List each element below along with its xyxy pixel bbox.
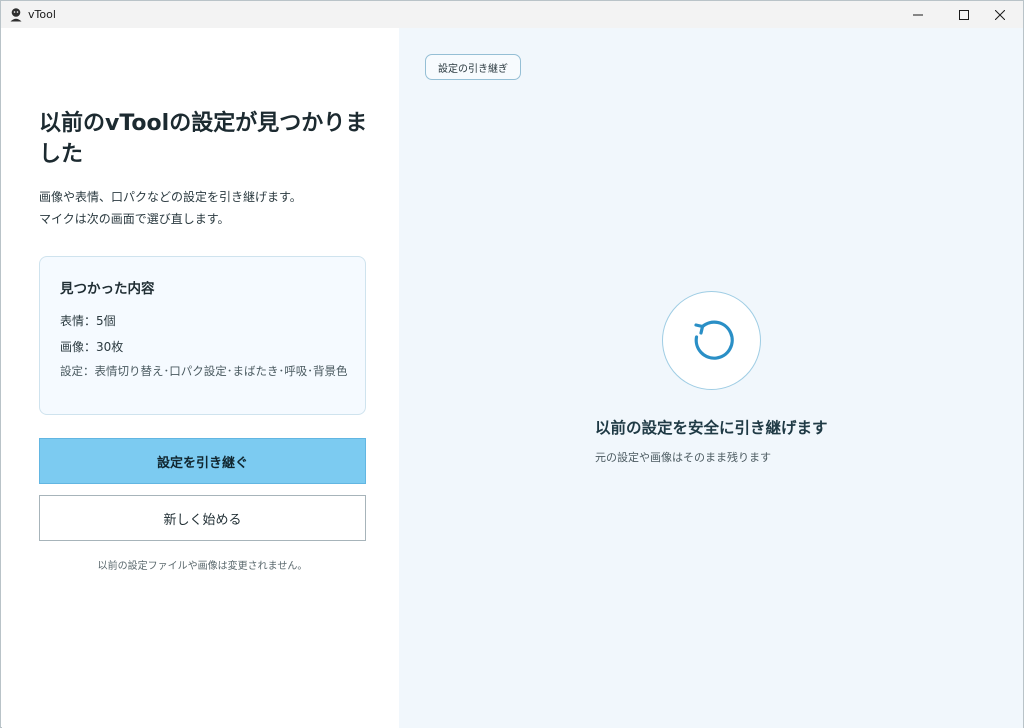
found-settings: 設定：表情切り替え･口パク設定･まばたき･呼吸･背景色 [60,364,348,378]
description-line-2: マイクは次の画面で選び直します。 [39,212,230,226]
start-new-button[interactable]: 新しく始める [39,495,366,541]
description: 画像や表情、口パクなどの設定を引き継げます。 マイクは次の画面で選び直します。 [39,186,302,230]
right-subtitle: 元の設定や画像はそのまま残ります [595,451,771,464]
maximize-icon [959,5,969,24]
restore-icon [688,315,736,367]
found-images: 画像：30枚 [60,340,124,354]
title-bar: vTool [1,1,1023,28]
minimize-button[interactable] [895,1,941,28]
description-line-1: 画像や表情、口パクなどの設定を引き継げます。 [39,190,302,204]
inherit-settings-button[interactable]: 設定を引き継ぐ [39,438,366,484]
section-tag: 設定の引き継ぎ [425,54,521,80]
found-content-title: 見つかった内容 [60,281,155,297]
footnote: 以前の設定ファイルや画像は変更されません。 [97,561,308,572]
close-button[interactable] [977,1,1023,28]
page-title: 以前のvToolの設定が見つかりました [39,111,368,167]
app-window: vTool 以前のvToolの設定が見つかりました 画像や表情、口パクなどの設定… [0,0,1024,728]
vtool-logo-icon [9,7,23,22]
found-content-card: 見つかった内容 表情：5個 画像：30枚 設定：表情切り替え･口パク設定･まばた… [39,256,366,415]
left-panel: 以前のvToolの設定が見つかりました 画像や表情、口パクなどの設定を引き継げま… [2,28,399,728]
found-expressions: 表情：5個 [60,314,116,328]
right-panel: 設定の引き継ぎ 以前の設定を安全に引き継げます 元の設定や画像はそのまま残ります [399,28,1023,728]
restore-badge [662,291,761,390]
minimize-icon [913,5,923,24]
window-title: vTool [28,8,56,21]
close-icon [994,5,1006,24]
right-title: 以前の設定を安全に引き継げます [595,419,828,437]
